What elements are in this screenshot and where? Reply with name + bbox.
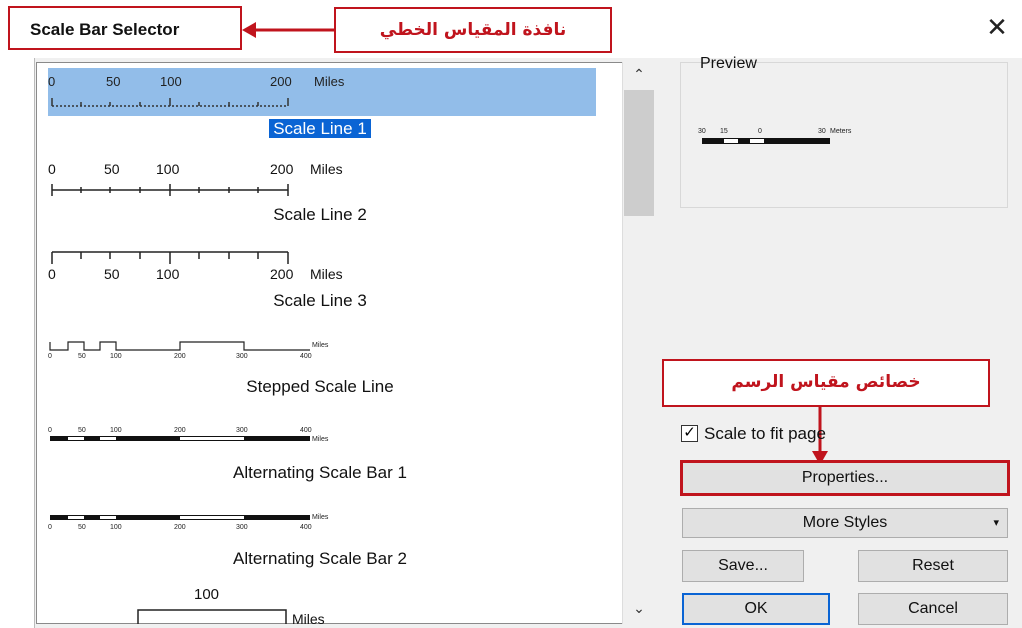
scale-line-2-graphic[interactable]: 0 50 100 200 Miles [48,160,378,202]
tick-label: 50 [106,74,120,89]
tick-label: 0 [48,266,56,282]
window-title: Scale Bar Selector [30,20,180,39]
tick-label: 30 [698,128,706,135]
tick-label: 200 [174,524,186,531]
ok-button[interactable]: OK [682,593,830,625]
unit-label: Miles [312,436,329,443]
tick-label: 50 [78,353,86,360]
unit-label: Miles [310,266,343,282]
tick-label: 0 [48,427,52,434]
tick-label: 300 [236,524,248,531]
window-annotation-box: نافذة المقياس الخطي [334,7,612,53]
tick-label: 300 [236,353,248,360]
tick-label: 100 [110,524,122,531]
tick-label: 200 [174,427,186,434]
tick-label: 400 [300,427,312,434]
background-window-edge [0,58,35,628]
style-item-alternating-scale-bar-2[interactable]: Alternating Scale Bar 2 [40,549,600,569]
style-item-stepped-scale-line[interactable]: Stepped Scale Line [40,377,600,397]
dropdown-arrow-icon: ▾ [993,517,999,529]
save-button[interactable]: Save... [682,550,804,582]
tick-label: 100 [194,586,219,603]
tick-label: 200 [174,353,186,360]
tick-label: 0 [48,74,55,89]
scroll-up-icon[interactable]: ⌃ [622,66,656,83]
tick-label: 50 [78,427,86,434]
cancel-button[interactable]: Cancel [858,593,1008,625]
scale-to-fit-label: Scale to fit page [704,424,826,443]
tick-label: 50 [104,161,120,177]
tick-label: 400 [300,524,312,531]
tick-label: 0 [48,524,52,531]
unit-label: Meters [830,128,852,135]
more-styles-label: More Styles [802,514,888,531]
scale-to-fit-checkbox[interactable]: ✓ [681,425,698,442]
stepped-scale-line-graphic[interactable]: 0 50 100 200 300 400 Miles [48,338,378,362]
preview-title: Preview [700,55,757,72]
scroll-down-icon[interactable]: ⌄ [622,600,656,617]
scale-line-1-graphic[interactable]: 0 50 100 200 Miles [48,72,378,114]
style-item-alternating-scale-bar-1[interactable]: Alternating Scale Bar 1 [40,463,600,483]
window-annotation-text: نافذة المقياس الخطي [379,20,567,40]
unit-label: Miles [292,611,325,624]
cancel-button-label: Cancel [908,600,958,617]
annotation-arrow-title [242,22,334,38]
tick-label: 100 [110,353,122,360]
reset-button-label: Reset [912,557,954,574]
tick-label: 400 [300,353,312,360]
style-item-scale-line-3[interactable]: Scale Line 3 [40,291,600,311]
tick-label: 200 [270,266,294,282]
ok-button-label: OK [744,600,768,617]
partial-scale-item-graphic[interactable]: 100 Miles [130,584,360,624]
properties-annotation-text: خصائص مقياس الرسم [731,372,921,392]
close-icon[interactable]: ✕ [984,14,1010,40]
tick-label: 200 [270,161,294,177]
tick-label: 100 [156,161,180,177]
tick-label: 100 [110,427,122,434]
properties-annotation-box: خصائص مقياس الرسم [662,359,990,407]
tick-label: 0 [48,353,52,360]
unit-label: Miles [310,161,343,177]
tick-label: 15 [720,128,728,135]
preview-scale-bar: 30 15 0 30 Meters [698,128,852,144]
reset-button[interactable]: Reset [858,550,1008,582]
tick-label: 30 [818,128,826,135]
tick-label: 100 [156,266,180,282]
properties-highlight-frame [680,460,1010,496]
alternating-scale-bar-2-graphic[interactable]: Miles 0 50 100 200 300 400 [48,510,378,532]
tick-label: 300 [236,427,248,434]
style-item-scale-line-2[interactable]: Scale Line 2 [40,205,600,225]
tick-label: 0 [758,128,762,135]
unit-label: Miles [312,514,329,521]
unit-label: Miles [312,342,329,349]
unit-label: Miles [314,74,345,89]
tick-label: 50 [78,524,86,531]
tick-label: 50 [104,266,120,282]
style-item-label: Scale Line 1 [269,119,371,138]
scrollbar-thumb[interactable] [624,90,654,216]
style-item-scale-line-1[interactable]: Scale Line 1 [40,119,600,139]
scale-line-3-graphic[interactable]: 0 50 100 200 Miles [48,246,378,288]
alternating-scale-bar-1-graphic[interactable]: 0 50 100 200 300 400 Miles [48,424,378,446]
save-button-label: Save... [718,557,768,574]
tick-label: 200 [270,74,292,89]
more-styles-button[interactable]: More Styles ▾ [682,508,1008,538]
tick-label: 100 [160,74,182,89]
tick-label: 0 [48,161,56,177]
